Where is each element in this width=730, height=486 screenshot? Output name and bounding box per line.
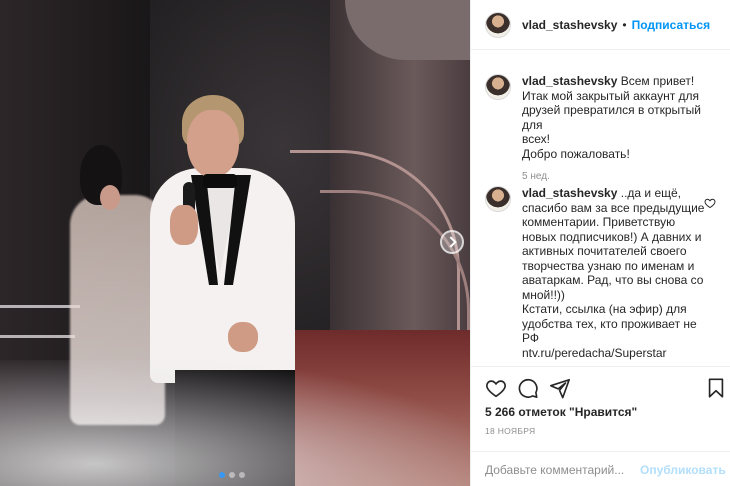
comment-text: удобства тех, кто проживает не	[522, 316, 697, 331]
comment-text: всех!	[522, 132, 550, 146]
singer-face	[187, 110, 239, 178]
post-side-panel: vlad_stashevsky • Подписаться vlad_stash…	[470, 0, 730, 486]
stage-smoke	[0, 360, 470, 486]
paper-plane-icon[interactable]	[549, 377, 571, 399]
comment-author[interactable]: vlad_stashevsky	[522, 186, 621, 200]
heart-icon[interactable]	[485, 377, 507, 399]
comment-text: ..да и ещё,	[620, 186, 682, 200]
separator-dot: •	[622, 17, 627, 32]
comment-icon[interactable]	[517, 377, 539, 399]
bookmark-icon[interactable]	[705, 377, 727, 399]
comment-text: спасибо вам за все предыдущие	[522, 200, 705, 215]
avatar[interactable]	[485, 74, 511, 100]
carousel-dot	[239, 472, 245, 478]
comment-text: новых подписчиков!) А давних и	[522, 229, 702, 244]
list-item: vlad_stashevsky ..да и ещё, спасибо вам …	[485, 172, 725, 360]
follow-button[interactable]: Подписаться	[632, 18, 710, 32]
username-link[interactable]: vlad_stashevsky	[522, 18, 617, 32]
comment-text: аватаркам. Рад, что вы снова со	[522, 273, 704, 287]
comment-text: комментарии. Приветствую	[522, 215, 676, 229]
comment-link[interactable]: ntv.ru/peredacha/Superstar	[522, 346, 710, 361]
avatar[interactable]	[485, 11, 511, 38]
add-comment-form: Опубликовать	[471, 451, 730, 486]
avatar[interactable]	[485, 186, 511, 212]
comment-text: Итак мой закрытый аккаунт для	[522, 88, 700, 103]
carousel-next-button[interactable]	[440, 230, 464, 254]
post-date[interactable]: 18 НОЯБРЯ	[485, 426, 535, 436]
comment-text: Кстати, ссылка (на эфир) для	[522, 302, 687, 316]
carousel-dot	[219, 472, 225, 478]
stage-railing	[0, 305, 80, 308]
comment-text: РФ	[522, 331, 539, 345]
comment-body: vlad_stashevsky Всем привет! Итак мой за…	[522, 74, 710, 185]
carousel-indicator	[219, 472, 245, 478]
comments-list[interactable]: vlad_stashevsky Всем привет! Итак мой за…	[471, 60, 730, 366]
caption-comment: vlad_stashevsky Всем привет! Итак мой за…	[485, 60, 725, 185]
comment-text: мной!!))	[522, 287, 565, 302]
backup-singer-face	[100, 185, 120, 210]
post-header: vlad_stashevsky • Подписаться	[471, 0, 730, 50]
comment-like-heart-icon[interactable]	[704, 197, 716, 209]
comment-text: активных почитателей своего	[522, 244, 687, 258]
comment-text: Всем привет!	[620, 74, 695, 88]
singer-bow-tie	[203, 174, 237, 188]
carousel-dot	[229, 472, 235, 478]
comment-author[interactable]: vlad_stashevsky	[522, 74, 621, 88]
post-photo[interactable]	[0, 0, 470, 486]
comment-body: vlad_stashevsky ..да и ещё, спасибо вам …	[522, 186, 710, 360]
comment-text: Добро пожаловать!	[522, 146, 630, 161]
likes-count[interactable]: 5 266 отметок "Нравится"	[485, 405, 637, 419]
singer-hand	[170, 205, 198, 245]
stage-railing	[0, 335, 75, 338]
post-actions: 5 266 отметок "Нравится" 18 НОЯБРЯ Опубл…	[471, 366, 730, 486]
comment-text: друзей превратился в открытый для	[522, 103, 701, 132]
singer-hand	[228, 322, 258, 352]
comment-input[interactable]	[485, 462, 640, 477]
post-comment-button[interactable]: Опубликовать	[640, 463, 726, 477]
comment-text: творчества узнаю по именам и	[522, 258, 695, 273]
